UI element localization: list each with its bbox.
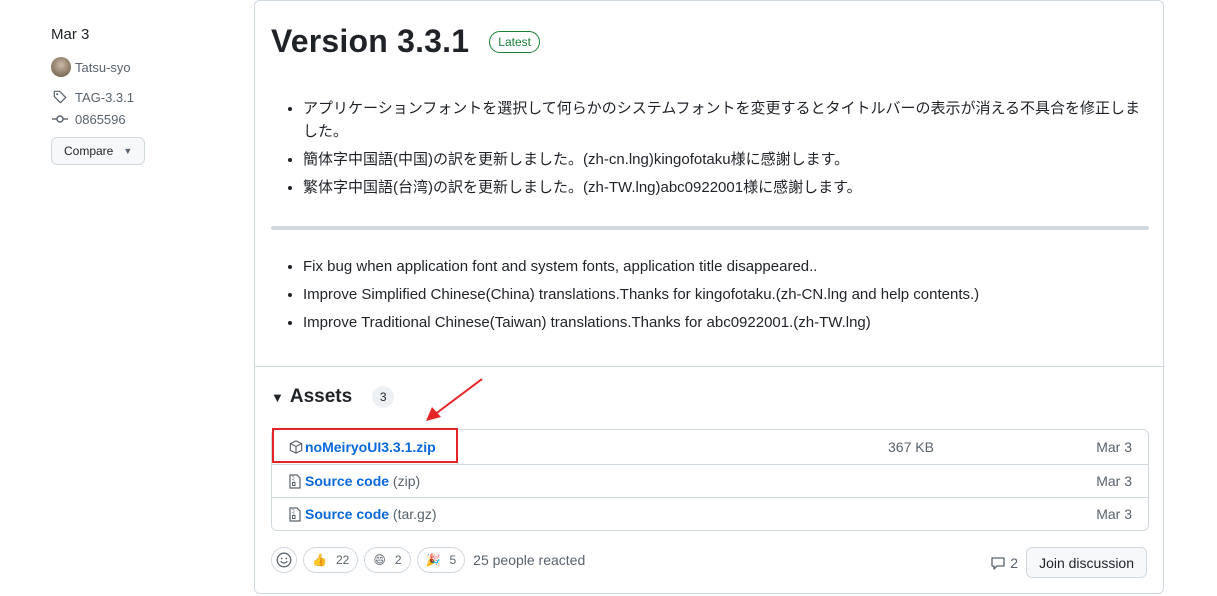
- tag-icon: [51, 90, 69, 104]
- laugh-count: 2: [394, 553, 402, 567]
- release-title[interactable]: Version 3.3.1: [271, 23, 469, 60]
- laugh-icon: 😄: [373, 553, 386, 567]
- file-zip-icon: [289, 506, 301, 522]
- source-zip-link[interactable]: Source code (zip): [305, 473, 420, 489]
- asset-row: Source code (tar.gz) Mar 3: [272, 497, 1148, 530]
- asset-date: Mar 3: [1096, 438, 1132, 455]
- compare-label: Compare: [64, 144, 114, 158]
- avatar: [51, 57, 71, 77]
- git-commit-icon: [51, 114, 69, 124]
- add-reaction-button[interactable]: [271, 547, 297, 573]
- tag-name[interactable]: TAG-3.3.1: [75, 90, 134, 105]
- assets-toggle[interactable]: ▼ Assets 3: [271, 386, 395, 408]
- author-name[interactable]: Tatsu-syo: [75, 60, 131, 75]
- list-item: Fix bug when application font and system…: [303, 255, 1143, 278]
- thumbs-up-reaction[interactable]: 👍 22: [303, 547, 359, 573]
- assets-count-badge: 3: [372, 386, 395, 408]
- smiley-icon: [276, 552, 292, 568]
- release-header: Version 3.3.1 Latest: [271, 23, 540, 60]
- highlight-box: [272, 428, 458, 463]
- release-meta: Mar 3 Tatsu-syo TAG-3.3.1 0865596 Compar…: [51, 26, 231, 165]
- compare-button[interactable]: Compare ▼: [51, 137, 146, 165]
- thumbs-up-count: 22: [335, 553, 350, 567]
- hooray-icon: 🎉: [425, 553, 441, 567]
- notes-divider: [271, 226, 1149, 230]
- chevron-down-icon: ▼: [123, 146, 133, 156]
- hooray-count: 5: [449, 553, 457, 567]
- release-notes-en: Fix bug when application font and system…: [285, 255, 1143, 339]
- assets-title: Assets: [289, 386, 353, 407]
- reactions-summary[interactable]: 25 people reacted: [473, 552, 585, 568]
- latest-badge: Latest: [489, 30, 540, 53]
- commit-hash[interactable]: 0865596: [75, 112, 126, 127]
- asset-date: Mar 3: [1096, 473, 1132, 489]
- author-link[interactable]: Tatsu-syo: [51, 57, 231, 77]
- asset-date: Mar 3: [1096, 506, 1132, 522]
- hooray-reaction[interactable]: 🎉 5: [416, 547, 466, 573]
- annotation-arrow: [426, 378, 483, 421]
- source-targz-link[interactable]: Source code (tar.gz): [305, 506, 437, 522]
- comment-count-link[interactable]: 2: [990, 555, 1018, 571]
- reactions-bar: 👍 22 😄 2 🎉 5 25 people reacted: [271, 547, 585, 573]
- asset-size: 367 KB: [888, 438, 934, 455]
- release-card: Version 3.3.1 Latest アプリケーションフォントを選択して何ら…: [254, 0, 1164, 594]
- commit-link[interactable]: 0865596: [51, 110, 231, 128]
- comment-icon: [991, 556, 1005, 570]
- list-item: 簡体字中国語(中国)の訳を更新しました。(zh-cn.lng)kingofota…: [303, 148, 1143, 171]
- asset-row: Source code (zip) Mar 3: [272, 464, 1148, 497]
- list-item: Improve Traditional Chinese(Taiwan) tran…: [303, 311, 1143, 334]
- thumbs-up-icon: 👍: [312, 553, 327, 567]
- join-discussion-button[interactable]: Join discussion: [1026, 547, 1147, 578]
- list-item: Improve Simplified Chinese(China) transl…: [303, 283, 1143, 306]
- release-date: Mar 3: [51, 26, 90, 43]
- list-item: アプリケーションフォントを選択して何らかのシステムフォントを変更するとタイトルバ…: [303, 97, 1143, 143]
- list-item: 繁体字中国語(台湾)の訳を更新しました。(zh-TW.lng)abc092200…: [303, 176, 1143, 199]
- laugh-reaction[interactable]: 😄 2: [364, 547, 411, 573]
- triangle-down-icon: ▼: [271, 389, 284, 405]
- release-notes-jp: アプリケーションフォントを選択して何らかのシステムフォントを変更するとタイトルバ…: [285, 97, 1143, 204]
- discussion-area: 2 Join discussion: [990, 547, 1147, 578]
- tag-link[interactable]: TAG-3.3.1: [51, 88, 231, 106]
- assets-divider: [255, 366, 1163, 367]
- file-zip-icon: [289, 473, 301, 489]
